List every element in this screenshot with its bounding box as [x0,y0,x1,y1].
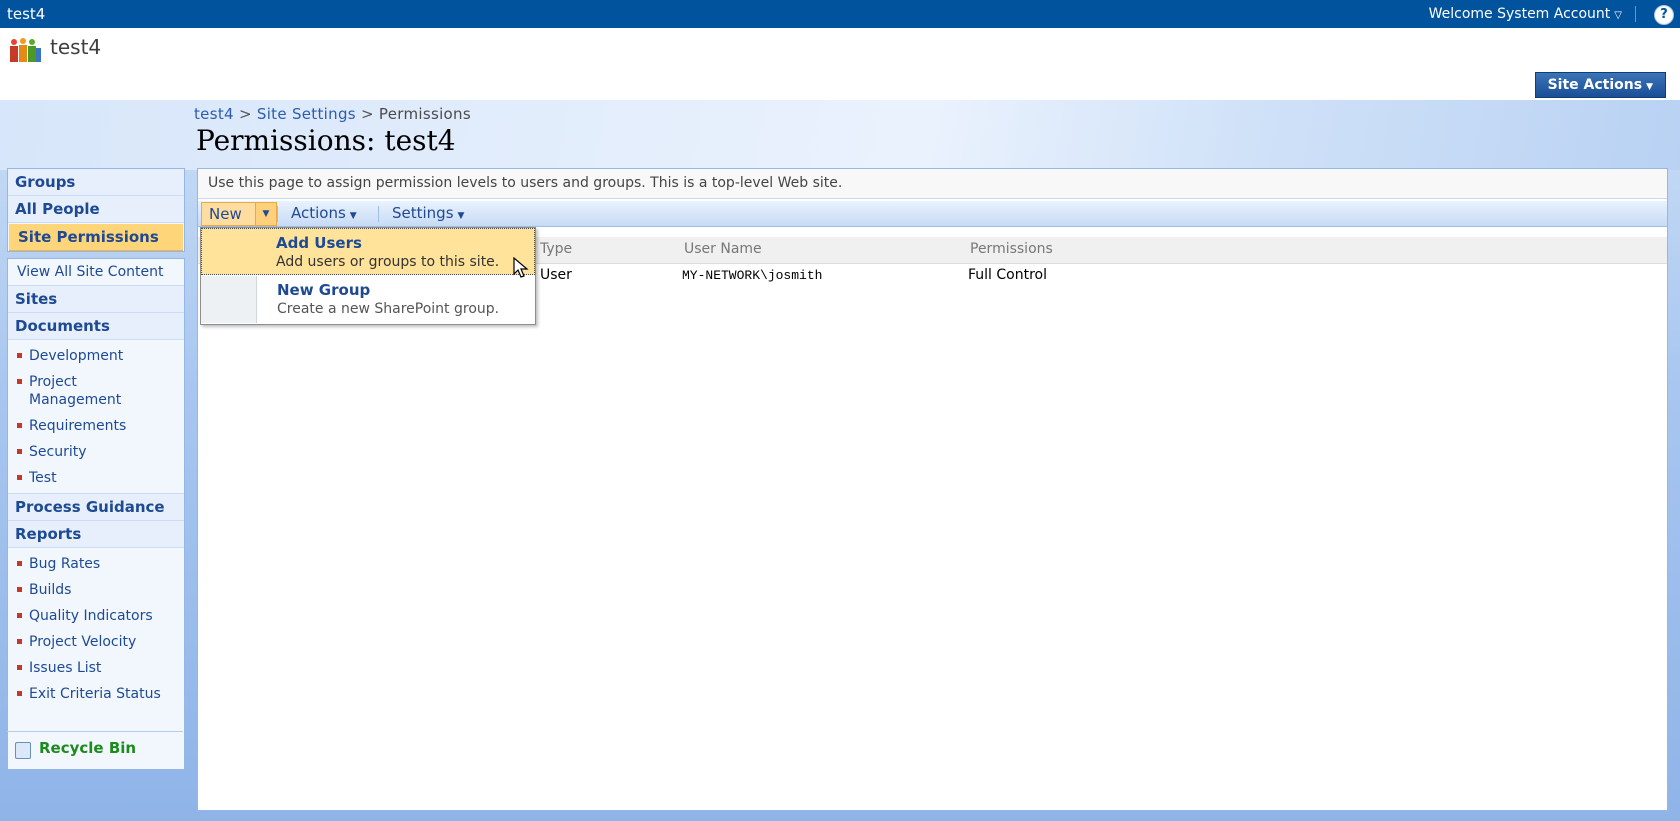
top-bar: test4 Welcome System Account ▽ ? [0,0,1680,28]
column-header-user-name[interactable]: User Name [684,241,762,257]
site-title[interactable]: test4 [50,35,101,59]
nav-reports[interactable]: Reports [8,521,184,548]
nav-item-exit-criteria-status[interactable]: Exit Criteria Status [8,681,184,707]
new-dropdown-menu: Add Users Add users or groups to this si… [200,227,536,325]
documents-list: Development Project Management Requireme… [8,340,184,493]
nav-item-builds[interactable]: Builds [8,577,184,603]
menu-item-add-users[interactable]: Add Users Add users or groups to this si… [201,228,535,275]
page-title: Permissions: test4 [196,124,456,157]
settings-menu-button[interactable]: Settings ▼ [392,204,464,222]
site-actions-button[interactable]: Site Actions ▼ [1534,72,1666,98]
chevron-down-icon: ▼ [349,211,357,221]
menu-item-title: New Group [277,281,371,299]
chevron-down-icon: ▽ [1614,10,1622,21]
nav-item-project-management[interactable]: Project Management [8,369,143,413]
nav-site-permissions[interactable]: Site Permissions [9,224,183,251]
chevron-down-icon: ▼ [1646,82,1653,92]
row-type: User [540,267,572,283]
sharepoint-logo-icon [10,38,41,62]
breadcrumb-separator: > [360,105,374,123]
nav-documents[interactable]: Documents [8,313,184,340]
breadcrumb-current: Permissions [378,105,471,123]
people-groups-nav: Groups All People Site Permissions [7,168,185,252]
nav-item-quality-indicators[interactable]: Quality Indicators [8,603,184,629]
menu-item-new-group[interactable]: New Group Create a new SharePoint group. [201,276,535,323]
nav-view-all-site-content[interactable]: View All Site Content [8,259,184,286]
actions-label: Actions [291,204,346,222]
row-user-name[interactable]: MY-NETWORK\josmith [682,268,822,283]
top-site-link[interactable]: test4 [7,5,45,23]
nav-item-issues-list[interactable]: Issues List [8,655,184,681]
nav-groups[interactable]: Groups [8,169,184,196]
site-actions-label: Site Actions [1547,77,1643,93]
nav-process-guidance[interactable]: Process Guidance [8,493,184,521]
welcome-label: Welcome System Account [1428,6,1611,22]
nav-item-test[interactable]: Test [8,465,184,491]
menu-item-title: Add Users [276,234,362,252]
nav-item-bug-rates[interactable]: Bug Rates [8,551,184,577]
row-permissions: Full Control [968,267,1047,283]
menu-item-description: Create a new SharePoint group. [277,301,500,317]
column-header-permissions[interactable]: Permissions [970,241,1053,257]
breadcrumb-site-settings[interactable]: Site Settings [257,105,356,123]
menu-icon-gutter [201,276,257,323]
top-bar-divider [1635,6,1636,22]
column-header-type[interactable]: Type [540,241,572,257]
menu-icon-gutter [202,229,257,276]
page-description: Use this page to assign permission level… [198,169,1667,199]
breadcrumb-separator: > [238,105,252,123]
help-icon[interactable]: ? [1654,5,1674,25]
quick-launch-nav: View All Site Content Sites Documents De… [7,258,185,770]
reports-list: Bug Rates Builds Quality Indicators Proj… [8,548,184,709]
new-menu-button[interactable]: New ▼ [201,202,277,226]
nav-sites[interactable]: Sites [8,286,184,313]
mouse-cursor-icon [513,257,529,278]
nav-all-people[interactable]: All People [8,196,184,223]
recycle-bin-link[interactable]: Recycle Bin [7,731,183,768]
recycle-bin-icon [15,742,31,759]
actions-menu-button[interactable]: Actions ▼ [291,204,357,222]
menu-item-description: Add users or groups to this site. [276,254,500,270]
breadcrumb-test4[interactable]: test4 [194,105,234,123]
nav-item-requirements[interactable]: Requirements [8,413,184,439]
list-toolbar: New ▼ Actions ▼ Settings ▼ [198,201,1667,227]
welcome-menu[interactable]: Welcome System Account ▽ [1429,6,1622,22]
nav-item-security[interactable]: Security [8,439,184,465]
nav-item-project-velocity[interactable]: Project Velocity [8,629,184,655]
settings-label: Settings [392,204,454,222]
new-button-label: New [209,205,242,223]
chevron-down-icon[interactable]: ▼ [255,203,276,225]
breadcrumb: test4 > Site Settings > Permissions [194,105,471,123]
nav-item-development[interactable]: Development [8,343,184,369]
recycle-bin-label: Recycle Bin [39,739,137,757]
chevron-down-icon: ▼ [457,211,465,221]
site-header: test4 Site Actions ▼ [0,28,1680,100]
toolbar-divider [277,206,278,222]
toolbar-divider [378,206,379,222]
